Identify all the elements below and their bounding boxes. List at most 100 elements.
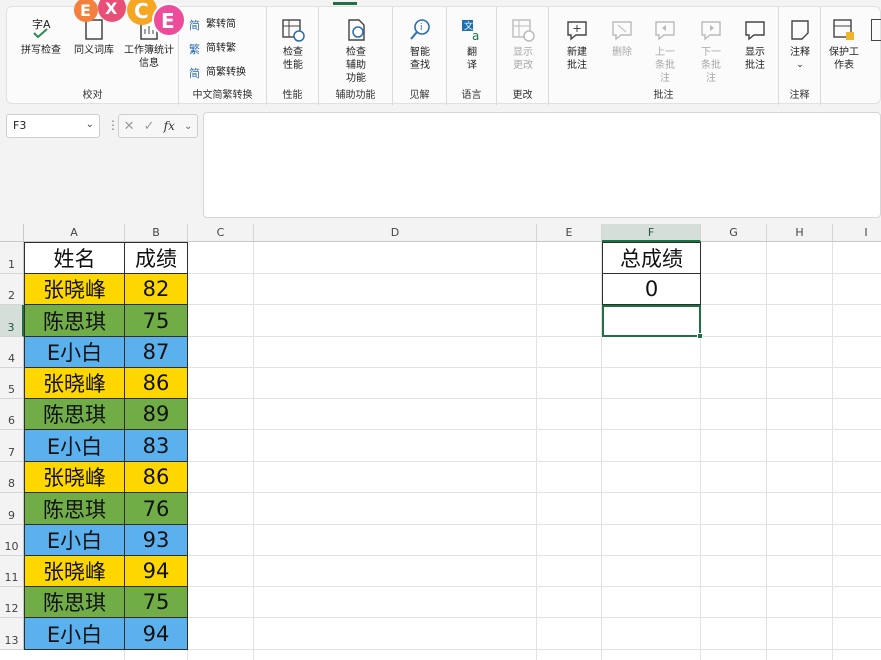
delete-comment-label: 删除 bbox=[612, 47, 632, 58]
check-accessibility-label: 检查辅助功能 bbox=[346, 47, 366, 84]
formula-bar: F3 ⌄ ⋮ ✕ ✓ fx ⌄ bbox=[0, 108, 881, 220]
trad-to-simp-button[interactable]: 简 繁转简 bbox=[189, 17, 236, 31]
name-cell[interactable]: E小白 bbox=[24, 337, 125, 368]
score-cell[interactable]: 82 bbox=[125, 274, 188, 305]
header-cell-name[interactable]: 姓名 bbox=[24, 242, 125, 274]
group-label-changes: 更改 bbox=[512, 90, 533, 101]
row-header-4[interactable]: 4 bbox=[0, 337, 24, 368]
translate-button[interactable]: 文a 翻译 bbox=[451, 17, 493, 72]
group-label-performance: 性能 bbox=[282, 90, 303, 101]
column-header-F[interactable]: F bbox=[602, 224, 701, 242]
score-cell[interactable]: 75 bbox=[125, 305, 188, 337]
prev-comment-label: 上一条批注 bbox=[655, 47, 675, 84]
simp-to-trad-label: 简转繁 bbox=[206, 42, 236, 54]
workbook-stats-label: 工作簿统计信息 bbox=[124, 45, 174, 69]
show-comments-button[interactable]: 显示批注 bbox=[735, 17, 775, 72]
notes-button[interactable]: 注释 ⌄ bbox=[781, 17, 819, 72]
row-header-10[interactable]: 10 bbox=[0, 525, 24, 556]
delete-comment-button[interactable]: 删除 bbox=[603, 17, 641, 59]
score-cell[interactable]: 94 bbox=[125, 556, 188, 587]
column-header-G[interactable]: G bbox=[701, 224, 767, 242]
score-cell[interactable]: 94 bbox=[125, 618, 188, 650]
svg-text:i: i bbox=[420, 23, 423, 33]
delete-comment-icon bbox=[612, 21, 632, 41]
score-cell[interactable]: 76 bbox=[125, 493, 188, 525]
score-cell[interactable]: 93 bbox=[125, 525, 188, 556]
row-header-12[interactable]: 12 bbox=[0, 587, 24, 618]
cancel-icon[interactable]: ✕ bbox=[124, 119, 135, 134]
protect-sheet-icon bbox=[833, 19, 854, 40]
selected-cell-F3[interactable] bbox=[602, 305, 703, 339]
name-cell[interactable]: 张晓峰 bbox=[24, 274, 125, 305]
name-cell[interactable]: E小白 bbox=[24, 618, 125, 650]
row-header-8[interactable]: 8 bbox=[0, 462, 24, 493]
column-header-D[interactable]: D bbox=[254, 224, 537, 242]
row-header-11[interactable]: 11 bbox=[0, 556, 24, 587]
worksheet-grid[interactable]: ABCDEFGHI 1 2 3 4 5 6 7 8 9 10 11 12 13 姓名 成绩 张晓峰 82 陈思琪… bbox=[0, 224, 881, 660]
name-cell[interactable]: E小白 bbox=[24, 525, 125, 556]
name-cell[interactable]: 陈思琪 bbox=[24, 399, 125, 430]
insert-function-button[interactable]: fx bbox=[164, 119, 175, 133]
group-label-comments: 批注 bbox=[653, 90, 674, 101]
protect-workbook-icon[interactable] bbox=[871, 19, 881, 41]
score-cell[interactable]: 86 bbox=[125, 462, 188, 493]
show-changes-button[interactable]: 显示更改 bbox=[501, 17, 545, 72]
svg-text:a: a bbox=[472, 29, 479, 43]
group-label-language: 语言 bbox=[461, 90, 482, 101]
svg-text:X: X bbox=[105, 0, 118, 18]
total-value-cell[interactable]: 0 bbox=[602, 274, 701, 305]
convert-button[interactable]: 简 简繁转换 bbox=[189, 65, 246, 79]
row-header-6[interactable]: 6 bbox=[0, 399, 24, 430]
score-cell[interactable]: 87 bbox=[125, 337, 188, 368]
simp-to-trad-button[interactable]: 繁 简转繁 bbox=[189, 41, 236, 55]
group-protect: 保护工作表 bbox=[821, 7, 881, 105]
row-header-5[interactable]: 5 bbox=[0, 368, 24, 399]
expand-chevron-icon[interactable]: ⌄ bbox=[184, 121, 192, 132]
column-header-C[interactable]: C bbox=[188, 224, 254, 242]
prev-comment-button[interactable]: 上一条批注 bbox=[643, 17, 687, 85]
new-comment-label: 新建批注 bbox=[567, 47, 587, 71]
total-label-cell[interactable]: 总成绩 bbox=[602, 242, 701, 274]
select-all-corner[interactable] bbox=[0, 224, 24, 242]
tab-review-indicator[interactable] bbox=[333, 2, 357, 5]
row-header-1[interactable]: 1 bbox=[0, 242, 24, 274]
chevron-down-icon[interactable]: ⌄ bbox=[86, 119, 94, 130]
convert-label: 简繁转换 bbox=[206, 66, 246, 78]
column-header-B[interactable]: B bbox=[125, 224, 188, 242]
column-header-H[interactable]: H bbox=[767, 224, 833, 242]
row-header-7[interactable]: 7 bbox=[0, 430, 24, 462]
name-cell[interactable]: 张晓峰 bbox=[24, 556, 125, 587]
name-cell[interactable]: 陈思琪 bbox=[24, 587, 125, 618]
protect-sheet-button[interactable]: 保护工作表 bbox=[825, 17, 863, 72]
check-performance-icon bbox=[282, 19, 305, 42]
column-header-I[interactable]: I bbox=[833, 224, 881, 242]
check-performance-button[interactable]: 检查性能 bbox=[269, 17, 317, 72]
score-cell[interactable]: 86 bbox=[125, 368, 188, 399]
excel-window: 字A 拼写检查 同义词库 工作簿统计信息 校对 简 繁转简 繁 简转繁 简 简繁… bbox=[0, 0, 881, 660]
name-cell[interactable]: 陈思琪 bbox=[24, 493, 125, 525]
smart-lookup-button[interactable]: i 智能查找 bbox=[397, 17, 443, 72]
next-comment-button[interactable]: 下一条批注 bbox=[689, 17, 733, 85]
formula-input[interactable] bbox=[203, 112, 881, 218]
row-header-3[interactable]: 3 bbox=[0, 305, 24, 337]
row-header-9[interactable]: 9 bbox=[0, 493, 24, 525]
name-cell[interactable]: 张晓峰 bbox=[24, 368, 125, 399]
check-accessibility-button[interactable]: 检查辅助功能 bbox=[323, 17, 389, 85]
row-header-13[interactable]: 13 bbox=[0, 618, 24, 650]
score-cell[interactable]: 89 bbox=[125, 399, 188, 430]
name-box[interactable]: F3 ⌄ bbox=[6, 114, 100, 138]
group-comments: 新建批注 删除 上一条批注 下一条批注 显示批注 批注 bbox=[549, 7, 779, 105]
column-header-A[interactable]: A bbox=[24, 224, 125, 242]
score-cell[interactable]: 83 bbox=[125, 430, 188, 462]
column-header-E[interactable]: E bbox=[537, 224, 602, 242]
confirm-icon[interactable]: ✓ bbox=[144, 119, 155, 134]
spell-check-button[interactable]: 字A 拼写检查 bbox=[15, 17, 67, 57]
fill-handle[interactable] bbox=[697, 333, 703, 339]
name-cell[interactable]: E小白 bbox=[24, 430, 125, 462]
name-cell[interactable]: 陈思琪 bbox=[24, 305, 125, 337]
name-cell[interactable]: 张晓峰 bbox=[24, 462, 125, 493]
new-comment-button[interactable]: 新建批注 bbox=[555, 17, 599, 72]
score-cell[interactable]: 75 bbox=[125, 587, 188, 618]
row-header-2[interactable]: 2 bbox=[0, 274, 24, 305]
header-cell-score[interactable]: 成绩 bbox=[125, 242, 188, 274]
